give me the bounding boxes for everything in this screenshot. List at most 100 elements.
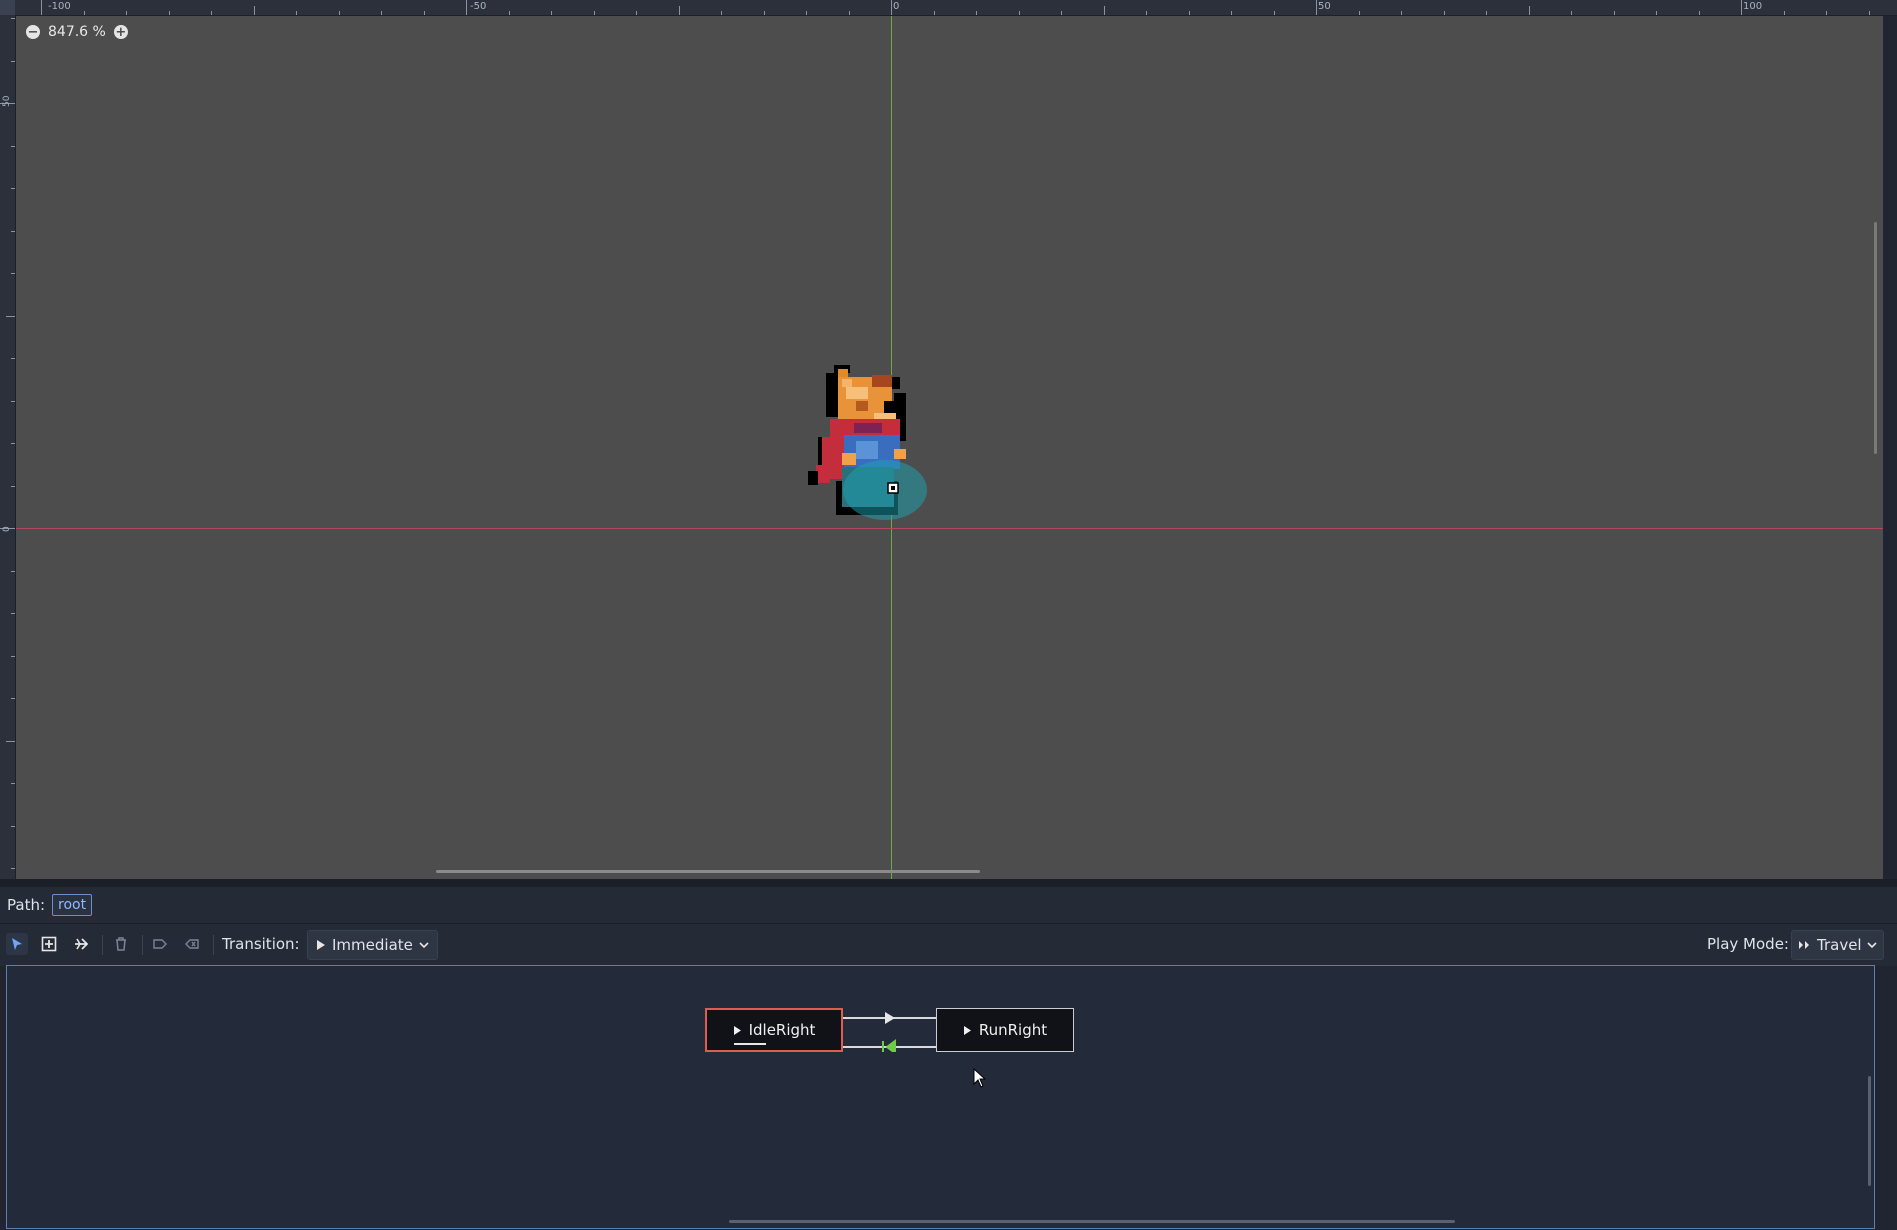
transition-connections <box>843 1012 937 1052</box>
panel-splitter[interactable] <box>0 879 1897 887</box>
transition-arrow-icon <box>885 1012 895 1024</box>
delete-icon[interactable] <box>110 933 132 955</box>
play-mode-value: Travel <box>1817 936 1862 954</box>
play-icon[interactable] <box>733 1025 742 1036</box>
zoom-controls: − 847.6 % + <box>26 24 128 40</box>
graph-horizontal-scrollbar[interactable] <box>729 1220 1455 1223</box>
ruler-tick <box>933 11 935 15</box>
ruler-tick <box>11 655 15 657</box>
ruler-tick <box>1103 6 1105 15</box>
zoom-in-button[interactable]: + <box>113 25 128 39</box>
path-root-button[interactable]: root <box>52 894 93 916</box>
vertical-ruler[interactable]: 50 0 <box>0 15 16 879</box>
ruler-tick <box>1613 11 1615 15</box>
ruler-tick <box>381 11 382 15</box>
ruler-tick <box>1231 11 1232 15</box>
state-node-label: IdleRight <box>748 1021 816 1039</box>
ruler-tick <box>508 11 510 15</box>
ruler-label-50: 50 <box>1318 1 1331 12</box>
state-node-idleright[interactable]: IdleRight <box>705 1008 843 1052</box>
ruler-tick <box>11 570 15 572</box>
ruler-tick <box>11 358 15 359</box>
transition-type-dropdown[interactable]: Immediate <box>307 930 438 960</box>
ruler-tick <box>11 485 15 487</box>
ruler-tick <box>11 783 15 784</box>
play-mode-dropdown[interactable]: Travel <box>1791 930 1884 960</box>
connect-icon[interactable] <box>70 933 92 955</box>
transition-type-value: Immediate <box>332 936 413 954</box>
viewport-vertical-scrollbar[interactable] <box>1874 222 1877 454</box>
ruler-label-50-vertical: 50 <box>2 95 12 107</box>
ruler-tick <box>11 273 15 274</box>
ruler-tick <box>11 145 15 147</box>
ruler-tick <box>721 11 722 15</box>
ruler-tick <box>1571 11 1572 15</box>
ruler-tick <box>6 740 15 742</box>
ruler-tick <box>1273 11 1275 15</box>
ruler-tick <box>551 11 552 15</box>
play-icon[interactable] <box>963 1025 972 1036</box>
ruler-tick <box>1741 0 1742 15</box>
ruler-tick <box>1316 0 1317 15</box>
ruler-tick <box>763 11 765 15</box>
path-bar: Path: root <box>0 887 1897 923</box>
select-icon[interactable] <box>6 933 28 955</box>
ruler-tick <box>11 825 15 827</box>
ruler-tick <box>338 11 340 15</box>
ruler-tick <box>1698 11 1700 15</box>
play-icon <box>317 940 325 950</box>
ruler-label-minus50: -50 <box>470 1 487 12</box>
ruler-tick <box>83 11 85 15</box>
ruler-tick <box>126 11 127 15</box>
graph-vertical-scrollbar[interactable] <box>1868 1076 1871 1186</box>
ruler-tick <box>41 0 42 15</box>
state-machine-graph[interactable]: IdleRight RunRight <box>6 965 1875 1229</box>
ruler-tick <box>1018 11 1020 15</box>
ruler-tick <box>11 400 15 402</box>
ruler-tick <box>11 60 15 62</box>
travel-icon <box>1799 941 1809 949</box>
ruler-tick <box>11 868 15 869</box>
state-node-runright[interactable]: RunRight <box>936 1008 1074 1052</box>
set-start-icon[interactable] <box>149 933 171 955</box>
ruler-tick <box>636 11 637 15</box>
add-node-icon[interactable] <box>38 933 60 955</box>
horizontal-ruler[interactable]: -100 -50 0 50 100 <box>0 0 1897 16</box>
ruler-tick <box>253 6 255 15</box>
ruler-tick <box>1401 11 1402 15</box>
ruler-tick <box>1528 6 1530 15</box>
ruler-tick <box>1826 11 1827 15</box>
ruler-tick <box>1061 11 1062 15</box>
zoom-level-label[interactable]: 847.6 % <box>48 24 106 40</box>
ruler-tick <box>168 11 170 15</box>
ruler-tick <box>848 11 850 15</box>
chevron-down-icon <box>419 942 429 949</box>
character-sprite[interactable] <box>794 357 944 577</box>
mouse-cursor-icon <box>973 1068 987 1088</box>
ruler-corner <box>0 0 15 15</box>
toolbar-separator <box>213 935 214 955</box>
ruler-label-minus100: -100 <box>48 1 71 12</box>
ruler-tick <box>1656 11 1657 15</box>
ruler-tick <box>11 698 15 699</box>
ruler-tick <box>1783 11 1785 15</box>
ruler-tick <box>11 613 15 614</box>
state-node-label: RunRight <box>978 1021 1048 1039</box>
ruler-tick <box>1868 11 1870 15</box>
ruler-tick <box>296 11 297 15</box>
canvas-viewport[interactable]: − 847.6 % + <box>0 0 1883 879</box>
set-end-icon[interactable] <box>181 933 203 955</box>
toolbar-separator <box>142 935 143 955</box>
ruler-tick <box>806 11 807 15</box>
state-machine-toolbar: Transition: Immediate Play Mode: Travel <box>0 923 1897 966</box>
viewport-horizontal-scrollbar[interactable] <box>436 870 980 873</box>
chevron-down-icon <box>1867 942 1877 949</box>
zoom-out-button[interactable]: − <box>26 25 40 39</box>
x-axis-line <box>15 528 1883 529</box>
ruler-tick <box>466 0 467 15</box>
toolbar-separator <box>102 935 103 955</box>
ruler-label-0: 0 <box>893 1 900 12</box>
ruler-label-100: 100 <box>1743 1 1763 12</box>
ruler-tick <box>1188 11 1190 15</box>
ruler-tick <box>1358 11 1360 15</box>
